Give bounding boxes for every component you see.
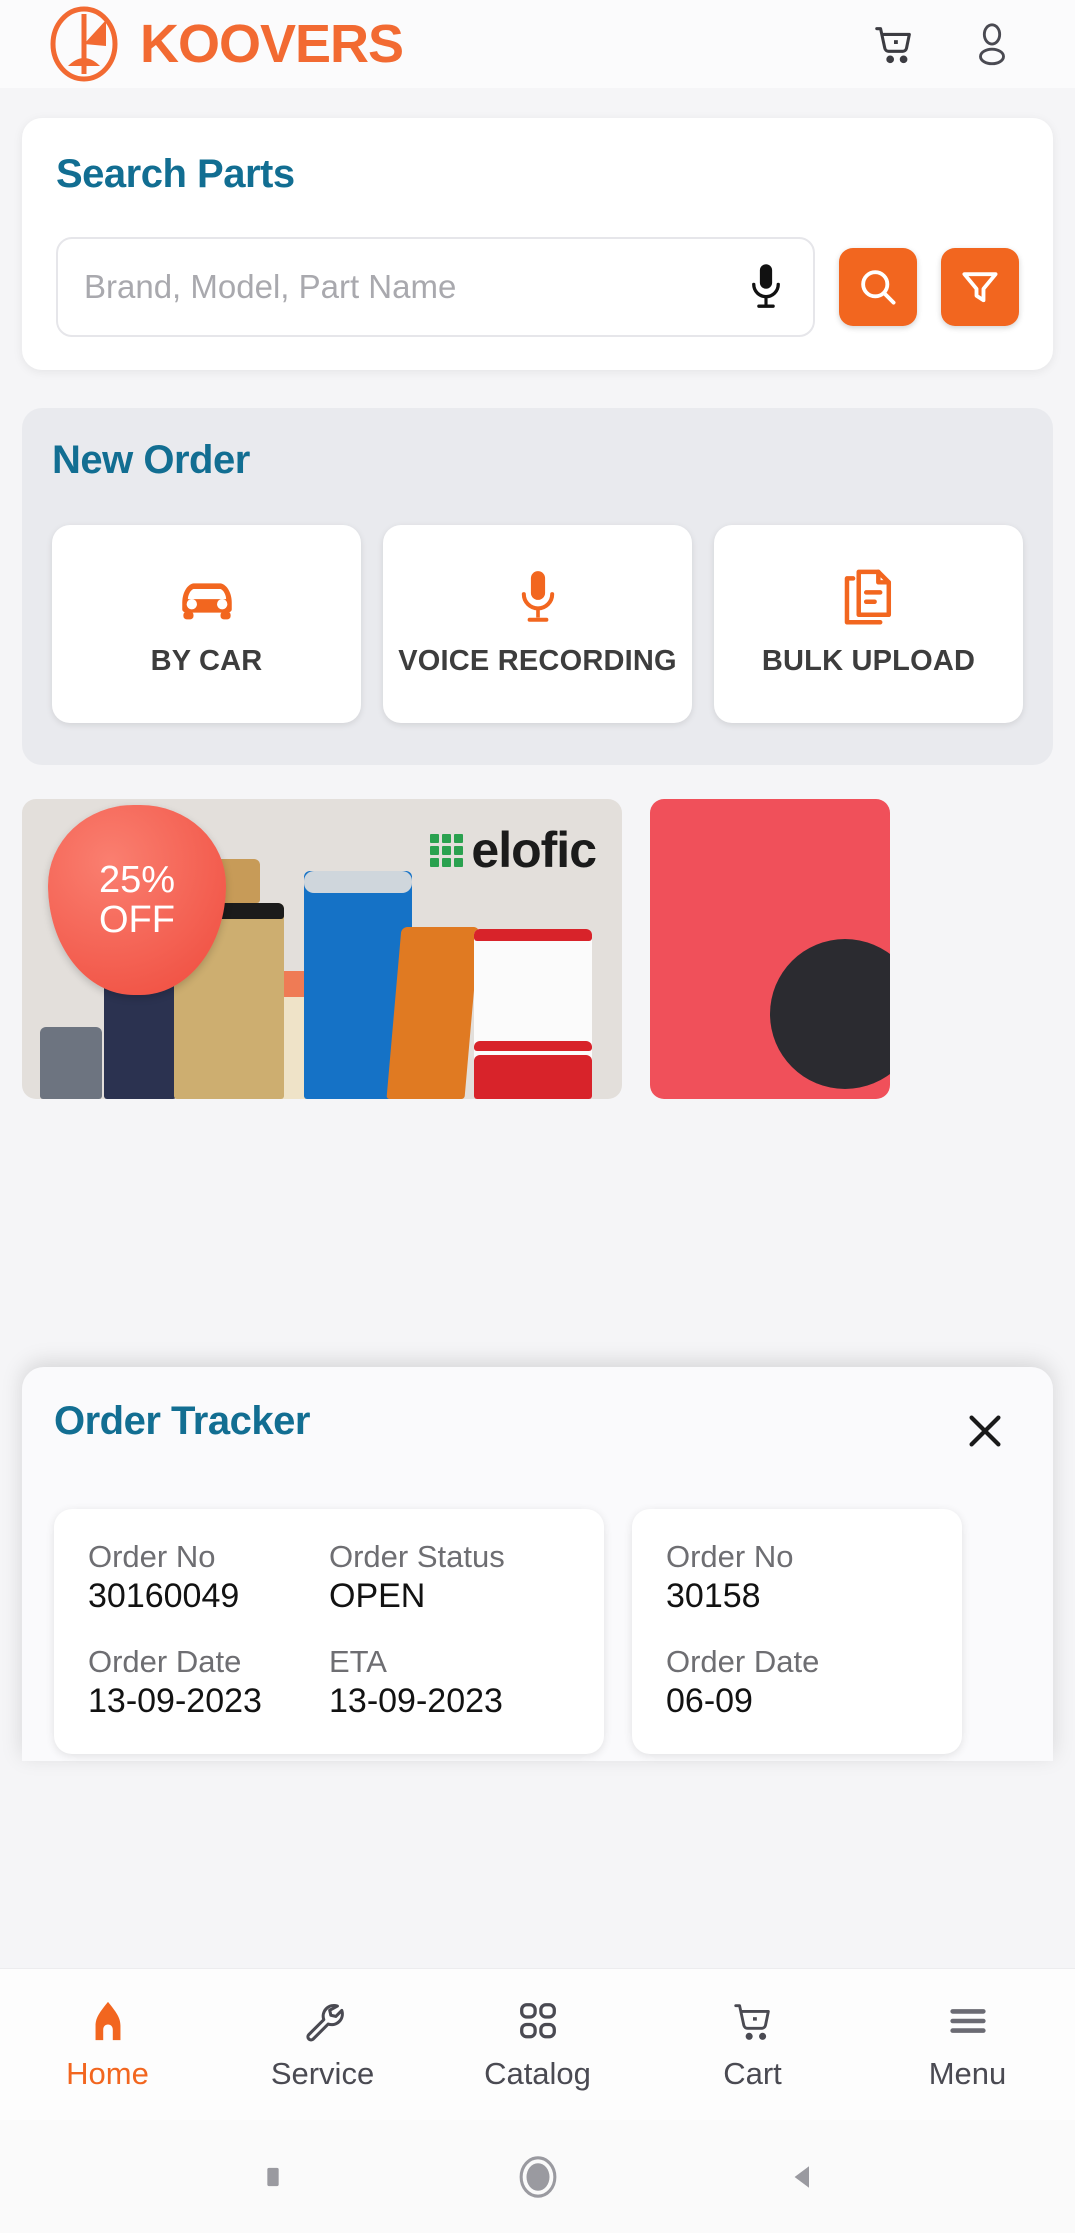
nav-item-label: Cart [723,2055,782,2091]
elofic-dots-icon [430,833,464,867]
app-header: KOOVERS [0,0,1075,88]
elofic-brand-logo: elofic [430,821,597,879]
user-profile-icon[interactable] [969,21,1015,67]
microphone-icon[interactable] [745,261,787,313]
nav-item-cart[interactable]: Cart [645,1969,860,2120]
order-no-value: 30158 [666,1576,761,1615]
new-order-section: New Order BY CAR VOICE RECORDING BULK UP… [22,408,1053,765]
new-order-tile-label: BY CAR [150,645,263,678]
eta-value: 13-09-2023 [329,1681,503,1720]
home-icon [85,1998,131,2044]
eta-label: ETA [329,1644,387,1680]
bottom-navigation: Home Service Catalog Cart Menu [0,1968,1075,2120]
order-fields-grid: Order No 30158 Order Date 06-09 [666,1539,928,1722]
promo-carousel[interactable]: 25% OFF elofic [22,799,1053,1099]
order-status-label: Order Status [329,1539,505,1574]
car-icon [171,567,243,629]
new-order-tiles: BY CAR VOICE RECORDING BULK UPLOAD [52,525,1023,723]
nav-item-service[interactable]: Service [215,1969,430,2120]
eta-field: ETA 13-09-2023 [329,1644,570,1721]
search-row [56,237,1019,337]
microphone-icon [515,567,561,629]
shopping-cart-icon[interactable] [871,21,917,67]
koovers-logo-icon [46,6,122,82]
order-no-value: 30160049 [88,1576,240,1615]
order-status-value: OPEN [329,1576,426,1615]
new-order-tile-label: BULK UPLOAD [761,645,976,678]
promo-banner-next[interactable] [650,799,890,1099]
discount-suffix: OFF [99,899,175,941]
square-recent-apps-icon[interactable] [238,2142,308,2212]
search-parts-card: Search Parts [22,118,1053,370]
order-card[interactable]: Order No 30160049 Order Status OPEN Orde… [54,1509,604,1754]
new-order-tile-bulk-upload[interactable]: BULK UPLOAD [714,525,1023,723]
order-date-label: Order Date [88,1644,242,1680]
nav-item-label: Catalog [484,2055,591,2091]
order-status-field: Order Status OPEN [329,1539,570,1616]
grid-squares-icon [515,1998,561,2044]
order-cards-row[interactable]: Order No 30160049 Order Status OPEN Orde… [54,1509,1021,1754]
document-upload-icon [841,567,897,629]
order-date-field: Order Date 13-09-2023 [88,1644,329,1721]
page-body: Search Parts Brand, Model, Part Name New… [0,88,1075,1968]
order-no-label: Order No [666,1539,794,1574]
nav-item-label: Menu [928,2055,1007,2091]
order-date-value: 06-09 [666,1681,753,1720]
brand-logo[interactable]: KOOVERS [46,6,404,82]
shopping-cart-icon [730,1998,776,2044]
new-order-tile-voice-recording[interactable]: VOICE RECORDING [383,525,692,723]
order-date-value: 13-09-2023 [88,1681,262,1720]
elofic-brand-text: elofic [471,822,597,878]
promo-banner-elofic[interactable]: 25% OFF elofic [22,799,622,1099]
android-system-navigation [0,2120,1075,2233]
wrench-icon [300,1998,346,2044]
new-order-tile-label: VOICE RECORDING [398,645,677,678]
new-order-tile-by-car[interactable]: BY CAR [52,525,361,723]
new-order-title: New Order [52,438,250,482]
order-tracker-title: Order Tracker [54,1399,310,1443]
close-x-icon[interactable] [959,1405,1011,1457]
search-input-wrapper[interactable] [56,237,815,337]
circle-home-icon[interactable] [503,2142,573,2212]
order-date-field: Order Date 06-09 [666,1644,928,1721]
search-input[interactable] [84,268,745,306]
order-no-field: Order No 30160049 [88,1539,329,1616]
nav-item-home[interactable]: Home [0,1969,215,2120]
header-actions [871,21,1033,67]
app-screen: KOOVERS Search Parts Brand, Model, Part … [0,0,1075,2233]
order-fields-grid: Order No 30160049 Order Status OPEN Orde… [88,1539,570,1722]
nav-item-label: Service [270,2055,375,2091]
order-no-field: Order No 30158 [666,1539,928,1616]
filter-funnel-icon[interactable] [941,248,1019,326]
order-tracker-header: Order Tracker [54,1399,1021,1457]
discount-value: 25% [98,858,176,901]
nav-item-catalog[interactable]: Catalog [430,1969,645,2120]
nav-item-menu[interactable]: Menu [860,1969,1075,2120]
search-parts-title: Search Parts [56,152,295,196]
triangle-back-icon[interactable] [768,2142,838,2212]
order-tracker-panel: Order Tracker Order No 30160049 Order St… [22,1367,1053,1761]
brand-name: KOOVERS [140,14,404,74]
nav-item-label: Home [66,2055,149,2091]
order-date-label: Order Date [666,1644,820,1680]
order-no-label: Order No [88,1539,216,1574]
order-card[interactable]: Order No 30158 Order Date 06-09 [632,1509,962,1754]
hamburger-menu-icon [945,1998,991,2044]
search-button[interactable] [839,248,917,326]
